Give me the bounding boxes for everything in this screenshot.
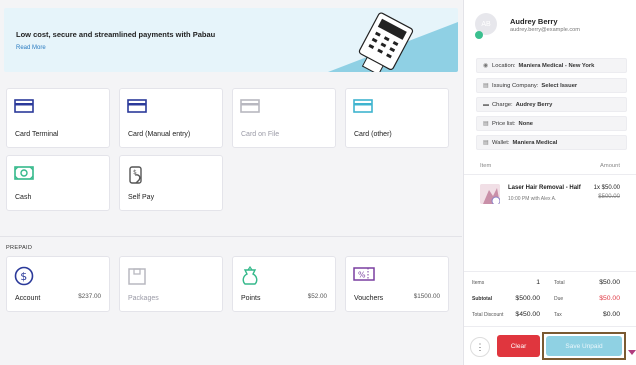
prepaid-amount: $237.00 <box>78 293 101 300</box>
wallet-icon: ▤ <box>483 139 489 146</box>
payment-screen: Low cost, secure and streamlined payment… <box>0 0 636 365</box>
account-dollar-icon: $ <box>14 266 34 286</box>
divider <box>0 236 462 237</box>
packages-icon <box>128 268 146 285</box>
divider <box>464 326 636 327</box>
line-item-old-price: $500.00 <box>598 194 620 200</box>
item-column-header: Item <box>480 163 492 169</box>
price-list-icon: ▤ <box>483 120 489 127</box>
line-item-name[interactable]: Laser Hair Removal - Half <box>508 185 581 191</box>
tag-icon <box>475 31 483 39</box>
vouchers-icon: % <box>353 267 375 281</box>
read-more-link[interactable]: Read More <box>16 45 46 51</box>
prepaid-label: Vouchers <box>354 295 384 302</box>
more-options-button[interactable]: ⋮ <box>470 337 490 357</box>
tax-value: $0.00 <box>602 311 620 318</box>
banner-title: Low cost, secure and streamlined payment… <box>16 30 216 39</box>
svg-text:%: % <box>358 271 366 280</box>
client-name[interactable]: Audrey Berry <box>510 17 558 26</box>
client-email: audrey.berry@example.com <box>510 27 580 33</box>
method-label: Cash <box>15 194 32 201</box>
charge-icon: ▬ <box>483 101 489 108</box>
due-label: Due <box>554 296 564 302</box>
method-label: Card on File <box>241 131 280 138</box>
total-discount-value: $450.00 <box>515 311 540 318</box>
divider <box>464 174 636 175</box>
clear-button[interactable]: Clear <box>497 335 540 357</box>
method-label: Card (Manual entry) <box>128 131 191 138</box>
card-manual-icon <box>127 99 147 113</box>
items-label: Items <box>472 280 485 286</box>
method-cash[interactable]: Cash <box>6 155 110 211</box>
price-list-row[interactable]: ▤ Price list: None <box>476 116 627 131</box>
card-terminal-icon <box>14 99 34 113</box>
location-icon: ◉ <box>483 62 489 69</box>
cash-icon <box>14 166 34 180</box>
total-discount-label: Total Discount <box>472 312 504 318</box>
method-label: Self Pay <box>128 194 155 201</box>
method-self-pay[interactable]: $ Self Pay <box>119 155 223 211</box>
tax-label: Tax <box>554 312 562 318</box>
prepaid-section-title: PREPAID <box>6 245 33 251</box>
prepaid-label: Account <box>15 295 41 302</box>
prepaid-vouchers[interactable]: % Vouchers $1500.00 <box>345 256 449 312</box>
charge-row[interactable]: ▬ Charge: Audrey Berry <box>476 97 627 112</box>
card-other-icon <box>353 99 373 113</box>
save-unpaid-button[interactable]: Save Unpaid <box>546 336 622 356</box>
location-row[interactable]: ◉ Location: Maniera Medical - New York <box>476 58 627 73</box>
svg-text:$: $ <box>133 169 137 176</box>
method-card-terminal[interactable]: Card Terminal <box>6 88 110 148</box>
total-value: $50.00 <box>599 279 620 286</box>
method-label: Card Terminal <box>15 131 59 138</box>
method-card-manual[interactable]: Card (Manual entry) <box>119 88 223 148</box>
due-value: $50.00 <box>599 295 620 302</box>
points-icon <box>242 266 258 285</box>
prepaid-label: Points <box>241 295 261 302</box>
service-thumbnail <box>480 184 500 204</box>
issuing-company-row[interactable]: ▤ Issuing Company: Select Issuer <box>476 78 627 93</box>
prepaid-account[interactable]: $ Account $237.00 <box>6 256 110 312</box>
company-icon: ▤ <box>483 82 489 89</box>
line-item-subtitle: 10:00 PM with Alex A. <box>508 196 557 202</box>
amount-column-header: Amount <box>600 163 620 169</box>
payment-methods-panel: Low cost, secure and streamlined payment… <box>0 0 462 365</box>
checkout-sidebar: AB Audrey Berry audrey.berry@example.com… <box>463 0 636 365</box>
svg-text:$: $ <box>20 270 27 283</box>
method-label: Card (other) <box>354 131 392 138</box>
card-on-file-icon <box>240 99 260 113</box>
promo-banner: Low cost, secure and streamlined payment… <box>4 8 458 72</box>
prepaid-points[interactable]: Points $52.00 <box>232 256 336 312</box>
items-value: 1 <box>536 279 540 286</box>
subtotal-label: Subtotal <box>472 296 492 302</box>
self-pay-icon: $ <box>129 166 142 184</box>
divider <box>464 271 636 272</box>
prepaid-amount: $52.00 <box>307 293 327 300</box>
method-card-other[interactable]: Card (other) <box>345 88 449 148</box>
prepaid-amount: $1500.00 <box>413 293 440 300</box>
prepaid-label: Packages <box>128 295 159 302</box>
wallet-row[interactable]: ▤ Wallet: Maniera Medical <box>476 135 627 150</box>
total-label: Total <box>554 280 565 286</box>
caret-down-icon[interactable] <box>628 350 636 355</box>
line-item-price: 1x $50.00 <box>593 185 620 191</box>
card-terminal-illustration <box>328 12 458 72</box>
subtotal-value: $500.00 <box>515 295 540 302</box>
method-card-on-file[interactable]: Card on File <box>232 88 336 148</box>
prepaid-packages[interactable]: Packages <box>119 256 223 312</box>
